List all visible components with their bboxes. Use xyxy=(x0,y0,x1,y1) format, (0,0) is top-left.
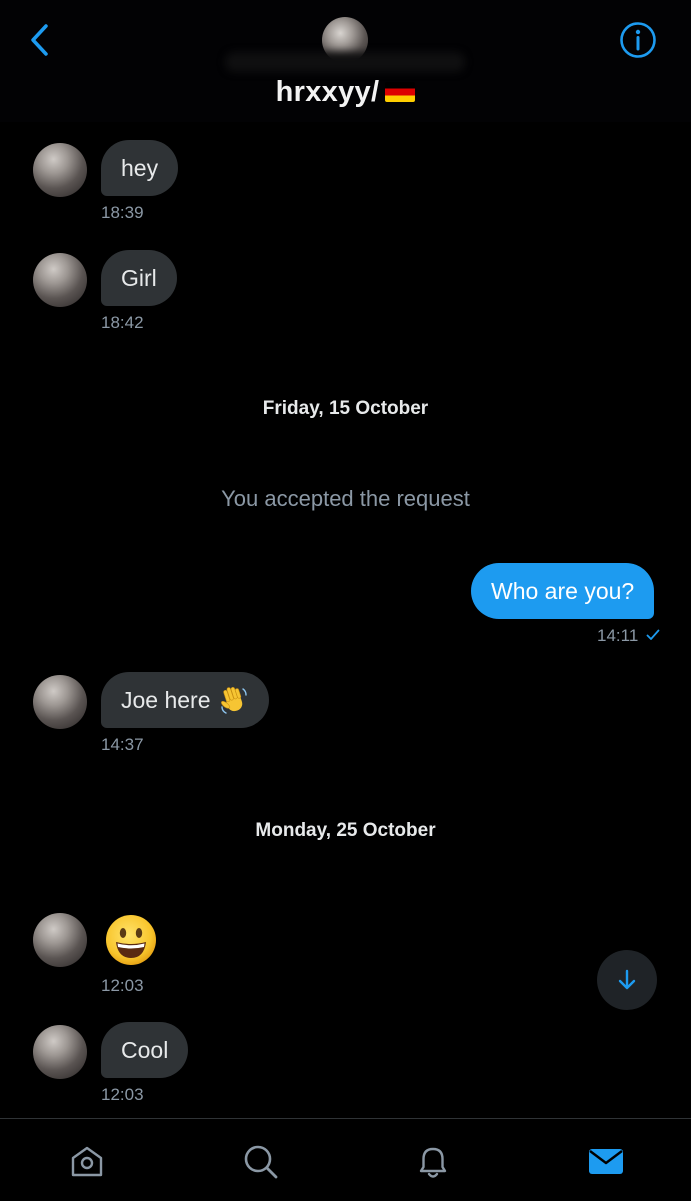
message-time: 14:11 xyxy=(597,626,660,646)
message-time: 18:42 xyxy=(101,313,144,332)
message-text: Who are you? xyxy=(491,577,635,604)
message-text: Cool xyxy=(121,1036,169,1063)
date-separator: Monday, 25 October xyxy=(255,820,436,841)
chevron-left-icon xyxy=(31,24,48,56)
message-time: 18:39 xyxy=(101,203,144,222)
message-time: 12:03 xyxy=(101,976,144,995)
tab-home[interactable] xyxy=(65,1139,109,1183)
sender-avatar[interactable] xyxy=(33,1025,87,1079)
conversation-title-text: hrxxyy/ xyxy=(275,76,380,108)
redacted-area xyxy=(225,52,465,72)
smiling-face-icon[interactable] xyxy=(104,913,158,967)
system-message: You accepted the request xyxy=(221,486,470,511)
message-text: Joe here xyxy=(121,686,211,713)
tab-search[interactable] xyxy=(238,1139,282,1183)
back-button[interactable] xyxy=(22,20,58,60)
bottom-tab-bar xyxy=(0,1118,691,1201)
message-time-text: 14:11 xyxy=(597,626,639,645)
message-text: Girl xyxy=(121,264,157,291)
tab-messages[interactable] xyxy=(584,1139,628,1183)
search-icon xyxy=(244,1145,278,1179)
arrow-down-icon xyxy=(618,969,636,990)
germany-flag-icon xyxy=(385,82,416,102)
info-button[interactable] xyxy=(616,18,660,62)
home-icon xyxy=(71,1146,103,1177)
sender-avatar[interactable] xyxy=(33,253,87,307)
incoming-message-bubble[interactable]: Joe here xyxy=(101,672,269,728)
message-text: hey xyxy=(121,154,159,181)
date-separator: Friday, 15 October xyxy=(262,398,429,419)
incoming-message-bubble[interactable]: Cool xyxy=(101,1022,189,1078)
message-time: 12:03 xyxy=(101,1085,144,1104)
sender-avatar[interactable] xyxy=(33,913,87,967)
waving-hand-icon xyxy=(220,687,247,714)
check-icon xyxy=(646,629,660,640)
mail-icon xyxy=(589,1149,623,1174)
scroll-to-bottom-button[interactable] xyxy=(597,950,657,1010)
outgoing-message-bubble[interactable]: Who are you? xyxy=(471,563,655,619)
info-icon xyxy=(620,22,656,58)
bell-icon xyxy=(419,1147,447,1178)
message-time: 14:37 xyxy=(101,735,144,754)
conversation-title[interactable]: hrxxyy/ xyxy=(0,76,691,109)
incoming-message-bubble[interactable]: Girl xyxy=(101,250,177,306)
sender-avatar[interactable] xyxy=(33,675,87,729)
tab-notifications[interactable] xyxy=(411,1139,455,1183)
conversation-header: hrxxyy/ xyxy=(0,0,691,122)
sender-avatar[interactable] xyxy=(33,143,87,197)
incoming-message-bubble[interactable]: hey xyxy=(101,140,179,196)
